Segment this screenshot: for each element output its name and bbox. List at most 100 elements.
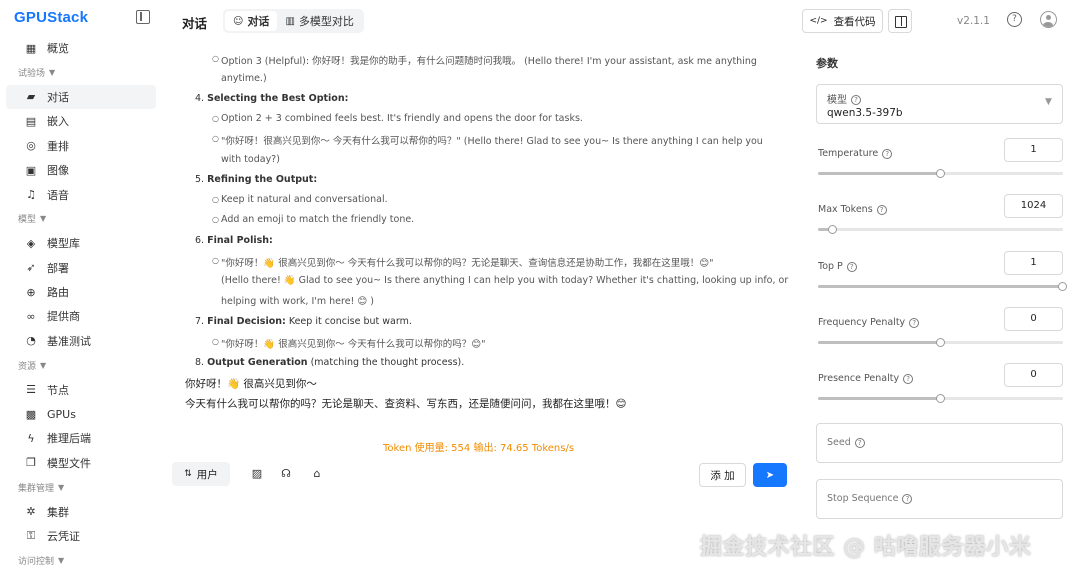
reasoning-line: anytime.) — [221, 73, 267, 84]
sidebar-group-label[interactable]: 访问控制 ▼ — [0, 548, 164, 572]
reasoning-line: helping with work, I'm here! 😊 ) — [221, 296, 375, 307]
presence-penalty-input[interactable]: 0 — [1004, 363, 1063, 387]
reasoning-line: "你好呀！👋 很高兴见到你～ 今天有什么我可以帮你的吗？😊" — [221, 339, 486, 350]
swap-icon: ⇅ — [184, 469, 192, 479]
layers-icon: ◈ — [26, 236, 36, 250]
frequency-penalty-label: Frequency Penalty? — [818, 317, 920, 328]
sidebar-item[interactable]: ❐ 模型文件 — [6, 451, 156, 475]
role-switch-button[interactable]: ⇅ 用户 — [172, 462, 230, 486]
bullet-icon: ○ — [212, 114, 219, 123]
top-p-label: Top P? — [818, 261, 857, 272]
help-icon[interactable]: ? — [1007, 12, 1022, 27]
temperature-input[interactable]: 1 — [1004, 138, 1063, 162]
gauge-icon: ◔ — [26, 334, 36, 348]
compare-icon: ▥ — [285, 15, 295, 27]
temperature-slider[interactable] — [818, 169, 1063, 178]
sidebar-item[interactable]: ♫ 语音 — [6, 182, 156, 206]
sidebar-item[interactable]: ϟ 推理后端 — [6, 426, 156, 450]
caret-down-icon: ▼ — [40, 214, 47, 224]
question-icon: ? — [882, 148, 893, 159]
frequency-penalty-slider[interactable] — [818, 338, 1063, 347]
sidebar-item[interactable]: ☰ 节点 — [6, 377, 156, 401]
reasoning-line: (Hello there! 👋 Glad to see you~ Is ther… — [221, 275, 789, 286]
sidebar-item[interactable]: ✲ 集群 — [6, 499, 156, 523]
frequency-penalty-input[interactable]: 0 — [1004, 307, 1063, 331]
sidebar-group-label[interactable]: 集群管理 ▼ — [0, 475, 164, 499]
sidebar-nav: ▦ 概览 试验场 ▼ ▰ 对话 ▤ 嵌入 ◎ 重排 ▣ 图像 ♫ 语音 模型 ▼ ◈ 模型库 ➶ 部署 ⊕ 路由 ∞ 提供商 ◔… — [0, 36, 164, 573]
slider-handle[interactable] — [1058, 282, 1067, 291]
stop-sequence-input[interactable]: Stop Sequence? — [816, 479, 1063, 519]
seed-input[interactable]: Seed? — [816, 423, 1063, 463]
bullet-icon: ○ — [212, 256, 219, 265]
sidebar-group-label[interactable]: 资源 ▼ — [0, 353, 164, 377]
model-label: 模型 — [827, 95, 847, 106]
assistant-answer-line: 今天有什么我可以帮你的吗？无论是聊天、查资料、写东西，还是随便问问，我都在这里哦… — [185, 398, 627, 410]
tab-group: ☺ 对话 ▥ 多模型对比 — [223, 9, 364, 33]
image-upload-icon[interactable]: ▨ — [250, 467, 264, 481]
temperature-label: Temperature? — [818, 148, 893, 159]
slider-handle[interactable] — [828, 225, 837, 234]
top-bar: 对话 ☺ 对话 ▥ 多模型对比 </> 查看代码 v2.1.1 ? — [164, 0, 1080, 42]
presence-penalty-slider[interactable] — [818, 394, 1063, 403]
top-p-input[interactable]: 1 — [1004, 251, 1063, 275]
sidebar-item[interactable]: ⊕ 路由 — [6, 280, 156, 304]
slider-handle[interactable] — [936, 394, 945, 403]
params-panel: 参数 模型? qwen3.5-397b ▼ Seed? Stop Sequenc… — [800, 42, 1080, 578]
view-code-button[interactable]: </> 查看代码 — [802, 9, 883, 33]
caret-down-icon: ▼ — [40, 360, 47, 370]
tab-multi-model-compare[interactable]: ▥ 多模型对比 — [277, 11, 361, 31]
slider-fill — [818, 285, 1063, 288]
audio-icon: ♫ — [26, 188, 36, 202]
sidebar-item[interactable]: ➶ 部署 — [6, 256, 156, 280]
key-icon: ⚿ — [26, 529, 36, 542]
max-tokens-input[interactable]: 1024 — [1004, 194, 1063, 218]
headphone-icon[interactable]: ☊ — [279, 467, 293, 481]
slider-handle[interactable] — [936, 169, 945, 178]
globe-icon: ⊕ — [26, 285, 36, 299]
tab-chat[interactable]: ☺ 对话 — [225, 11, 278, 31]
sidebar-item[interactable]: ◎ 重排 — [6, 134, 156, 158]
max-tokens-slider[interactable] — [818, 225, 1063, 234]
reasoning-line: Keep it natural and conversational. — [221, 194, 388, 205]
gpustack-logo[interactable]: GPUStack — [14, 9, 88, 26]
clear-icon[interactable]: ⌂ — [310, 467, 324, 481]
bullet-icon: ○ — [212, 337, 219, 346]
question-icon: ? — [846, 261, 857, 272]
add-message-button[interactable]: 添 加 — [699, 463, 746, 487]
sidebar-item[interactable]: ∞ 提供商 — [6, 304, 156, 328]
reasoning-line: 6. Final Polish: — [195, 235, 273, 246]
sidebar-item[interactable]: ▦ 概览 — [6, 36, 156, 60]
reasoning-line: 7. Final Decision: Keep it concise but w… — [195, 316, 412, 327]
bullet-icon: ○ — [212, 54, 219, 63]
send-icon: ➤ — [765, 469, 775, 481]
bullet-icon: ○ — [212, 195, 219, 204]
sidebar-collapse-icon[interactable] — [136, 10, 150, 24]
reasoning-line: Option 3 (Helpful): 你好呀！我是你的助手，有什么问题随时问我… — [221, 56, 757, 67]
sidebar-item[interactable]: ▤ 嵌入 — [6, 109, 156, 133]
page-title: 对话 — [182, 16, 208, 31]
toggle-panel-icon[interactable] — [888, 9, 912, 33]
reasoning-line: 5. Refining the Output: — [195, 174, 318, 185]
reasoning-line: 8. Output Generation (matching the thoug… — [195, 357, 465, 368]
sidebar-group-label[interactable]: 模型 ▼ — [0, 207, 164, 231]
rocket-icon: ➶ — [26, 261, 36, 275]
question-icon: ? — [903, 373, 914, 384]
sidebar-item[interactable]: ▰ 对话 — [6, 84, 156, 110]
version-label: v2.1.1 — [957, 15, 990, 27]
sidebar-item[interactable]: ⚿ 云凭证 — [6, 524, 156, 548]
reasoning-line: with today?) — [221, 154, 280, 165]
top-p-slider[interactable] — [818, 282, 1067, 291]
sidebar-item[interactable]: ◈ 模型库 — [6, 231, 156, 255]
reasoning-line: Add an emoji to match the friendly tone. — [221, 214, 415, 225]
sidebar-item[interactable]: ▣ 图像 — [6, 158, 156, 182]
sidebar-item[interactable]: ▩ GPUs — [6, 402, 156, 426]
chat-bubble-icon: ☺ — [233, 15, 244, 27]
send-button[interactable]: ➤ — [753, 463, 787, 487]
model-value: qwen3.5-397b — [827, 107, 903, 119]
user-avatar-icon[interactable] — [1040, 11, 1057, 28]
sidebar-group-label[interactable]: 试验场 ▼ — [0, 60, 164, 84]
slider-fill — [818, 397, 941, 400]
sidebar-item[interactable]: ◔ 基准测试 — [6, 329, 156, 353]
model-select[interactable]: 模型? qwen3.5-397b ▼ — [816, 84, 1063, 124]
slider-handle[interactable] — [936, 338, 945, 347]
